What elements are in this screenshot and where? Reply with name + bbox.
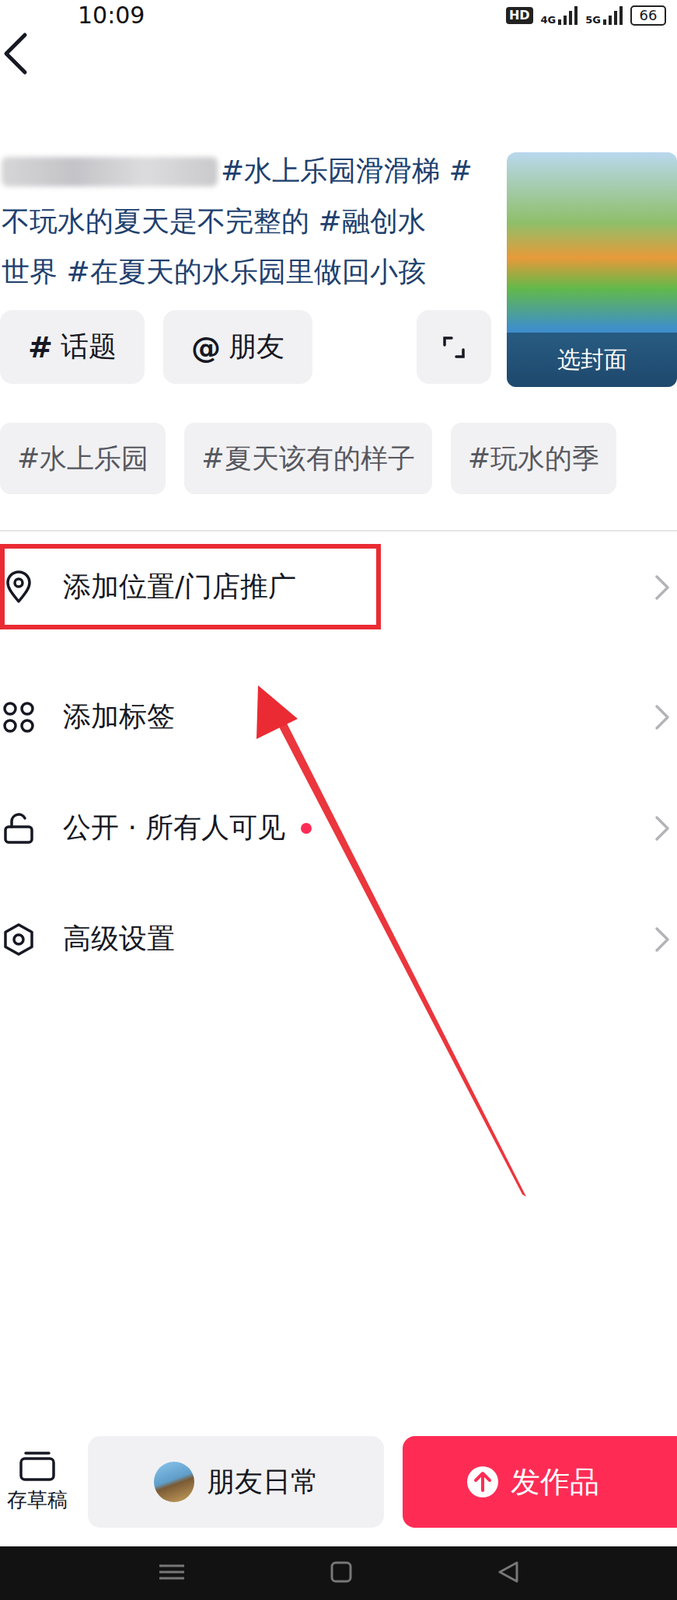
settings-label: 高级设置 — [62, 920, 175, 959]
system-nav-bar — [0, 1546, 677, 1600]
settings-row[interactable]: 添加标签 — [0, 661, 677, 773]
tool-button[interactable]: @朋友 — [163, 310, 313, 384]
draft-icon — [17, 1451, 57, 1483]
location-icon — [1, 570, 36, 605]
network-indicator: 5G — [585, 5, 623, 26]
settings-label: 添加位置/门店推广 — [62, 568, 297, 607]
annotation-arrow-icon — [0, 0, 677, 1600]
tool-symbol: @ — [191, 330, 221, 365]
expand-icon — [442, 335, 466, 360]
network-label: 5G — [585, 14, 601, 26]
draft-label: 存草稿 — [6, 1486, 68, 1515]
bottom-bar: 存草稿 朋友日常 发作品 — [0, 1422, 677, 1547]
clock: 10:09 — [77, 2, 145, 29]
topic-suggestions: #水上乐园#夏天该有的样子#玩水的季 — [0, 422, 677, 495]
caption-column: #水上乐园滑滑梯 # 不玩水的夏天是不完整的 #融创水世界 #在夏天的水乐园里做回… — [0, 146, 507, 388]
divider — [0, 530, 677, 532]
caption-text: #水上乐园滑滑梯 # — [220, 152, 473, 191]
network-indicator: 4G — [540, 5, 579, 26]
privacy-icon — [1, 811, 36, 846]
settings-row[interactable]: 高级设置 — [0, 883, 677, 995]
advanced-icon — [1, 922, 36, 957]
cover-picker[interactable]: 选封面 — [506, 152, 677, 388]
settings-row[interactable]: 添加位置/门店推广 — [0, 531, 677, 643]
daily-button[interactable]: 朋友日常 — [87, 1436, 384, 1529]
status-icons: HD 4G 5G 66 — [506, 5, 667, 26]
signal-icon — [602, 5, 623, 26]
chevron-right-icon — [653, 925, 673, 954]
avatar — [153, 1462, 195, 1503]
menu-icon — [157, 1563, 186, 1582]
topic-chip[interactable]: #水上乐园 — [0, 422, 166, 495]
highlight-box — [0, 544, 381, 630]
caption-input[interactable]: #水上乐园滑滑梯 # 不玩水的夏天是不完整的 #融创水世界 #在夏天的水乐园里做回… — [0, 146, 507, 298]
caption-text: 世界 #在夏天的水乐园里做回小孩 — [1, 253, 426, 292]
back-button[interactable] — [1, 31, 33, 79]
back-icon — [1, 31, 33, 76]
home-nav-button[interactable] — [329, 1560, 353, 1588]
daily-label: 朋友日常 — [206, 1463, 319, 1502]
tags-icon — [1, 700, 36, 735]
publish-button[interactable]: 发作品 — [402, 1436, 677, 1529]
status-bar: 10:09 HD 4G 5G 66 — [0, 0, 677, 32]
new-badge — [300, 823, 312, 835]
settings-label: 公开 · 所有人可见 — [62, 809, 286, 848]
upload-icon — [465, 1465, 500, 1500]
settings-list: 添加位置/门店推广添加标签公开 · 所有人可见高级设置 — [0, 531, 677, 995]
tool-label: 话题 — [60, 328, 117, 367]
topic-chip[interactable]: #夏天该有的样子 — [184, 422, 432, 495]
header — [0, 7, 677, 126]
cover-label-bar: 选封面 — [506, 332, 677, 388]
settings-row[interactable]: 公开 · 所有人可见 — [0, 772, 677, 884]
tool-button[interactable]: #话题 — [0, 310, 145, 384]
network-label: 4G — [540, 14, 557, 26]
home-icon — [329, 1560, 353, 1585]
back-nav-button[interactable] — [496, 1560, 520, 1588]
spacer — [0, 994, 677, 1423]
caption-text: 不玩水的夏天是不完整的 #融创水 — [1, 202, 426, 241]
expand-button[interactable] — [416, 310, 492, 384]
editor-top: #水上乐园滑滑梯 # 不玩水的夏天是不完整的 #融创水世界 #在夏天的水乐园里做回… — [0, 152, 677, 388]
caption-line: 不玩水的夏天是不完整的 #融创水 — [0, 196, 507, 248]
settings-label: 添加标签 — [62, 697, 175, 737]
signal-icon — [557, 5, 578, 26]
caption-line: 世界 #在夏天的水乐园里做回小孩 — [0, 247, 507, 298]
publish-label: 发作品 — [510, 1462, 600, 1503]
topic-chip[interactable]: #玩水的季 — [450, 422, 617, 495]
tool-label: 朋友 — [228, 328, 285, 367]
blurred-text — [1, 157, 218, 187]
back-triangle-icon — [496, 1560, 520, 1585]
menu-nav-button[interactable] — [157, 1563, 186, 1585]
tool-row: #话题@朋友 — [0, 310, 507, 384]
battery-level: 66 — [630, 5, 667, 26]
chevron-right-icon — [653, 573, 673, 602]
cover-label: 选封面 — [557, 344, 628, 377]
chevron-right-icon — [653, 703, 673, 732]
caption-line: #水上乐园滑滑梯 # — [0, 146, 507, 197]
draft-button[interactable]: 存草稿 — [0, 1451, 75, 1515]
chevron-right-icon — [653, 814, 673, 843]
tool-symbol: # — [27, 330, 53, 365]
hd-badge: HD — [506, 6, 534, 25]
